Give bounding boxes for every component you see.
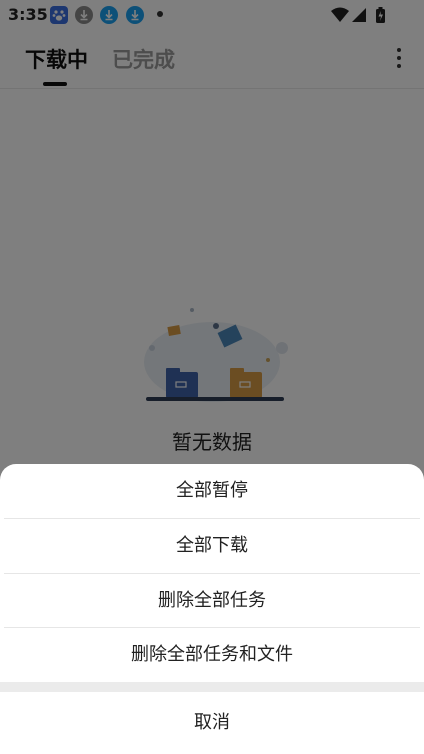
action-sheet: 全部暂停 全部下载 删除全部任务 删除全部任务和文件 取消 <box>0 464 424 754</box>
pause-all-button[interactable]: 全部暂停 <box>0 464 424 518</box>
download-all-button[interactable]: 全部下载 <box>0 519 424 573</box>
delete-all-tasks-and-files-button[interactable]: 删除全部任务和文件 <box>0 628 424 682</box>
sheet-separator <box>0 682 424 692</box>
cancel-button[interactable]: 取消 <box>0 696 424 750</box>
delete-all-tasks-button[interactable]: 删除全部任务 <box>0 574 424 628</box>
